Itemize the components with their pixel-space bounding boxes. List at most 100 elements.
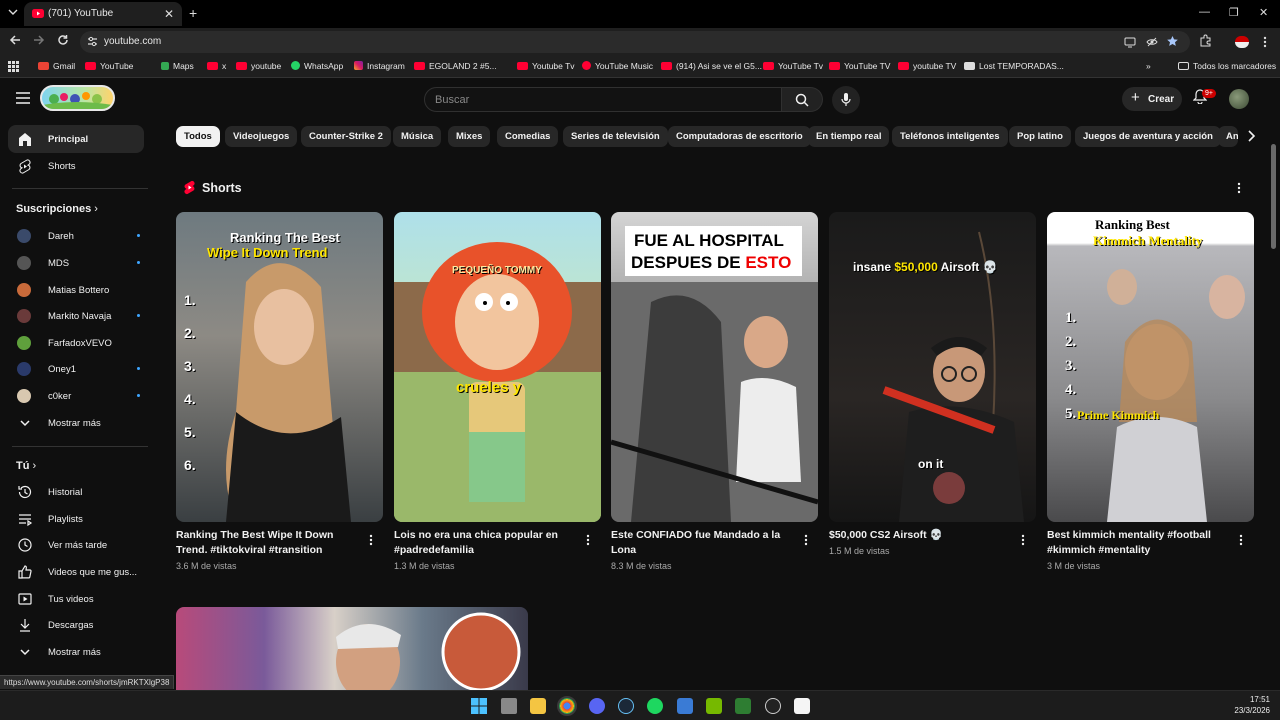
bookmark-youtube[interactable]: YouTube xyxy=(85,61,133,71)
sidebar-item-shorts[interactable]: Shorts xyxy=(8,152,144,180)
all-bookmarks-folder[interactable]: Todos los marcadores xyxy=(1178,61,1276,71)
apps-grid-icon[interactable] xyxy=(8,61,19,72)
tab-list-icon[interactable] xyxy=(8,8,18,16)
bookmark-instagram[interactable]: Instagram xyxy=(354,61,405,71)
maximize-icon[interactable]: ❐ xyxy=(1229,6,1239,19)
notepad-icon[interactable] xyxy=(677,698,693,714)
bookmark-youtube-tv-3[interactable]: YouTube TV xyxy=(829,61,890,71)
bookmark-whatsapp[interactable]: WhatsApp xyxy=(291,61,343,71)
forward-icon[interactable] xyxy=(33,34,45,46)
voice-search-button[interactable] xyxy=(832,86,860,114)
page-scrollbar-thumb[interactable] xyxy=(1271,144,1276,249)
chip-musica[interactable]: Música xyxy=(393,126,442,147)
bookmark-gmail[interactable]: Gmail xyxy=(38,61,75,71)
nvidia-icon[interactable] xyxy=(706,698,722,714)
short-5-more-icon[interactable] xyxy=(1239,534,1243,546)
spotify-icon[interactable] xyxy=(647,698,663,714)
reload-icon[interactable] xyxy=(57,34,69,46)
youtube-doodle-logo[interactable] xyxy=(40,85,115,111)
chip-videojuegos[interactable]: Videojuegos xyxy=(225,126,298,147)
windows-start-icon[interactable] xyxy=(471,698,487,714)
short-title-3[interactable]: Este CONFIADO fue Mandado a la Lona xyxy=(611,528,796,558)
bookmark-youtube-music[interactable]: YouTube Music xyxy=(582,61,653,71)
extensions-icon[interactable] xyxy=(1199,34,1212,47)
sidebar-item-your-videos[interactable]: Tus videos xyxy=(8,585,144,613)
bookmark-egoland[interactable]: EGOLAND 2 #5... xyxy=(414,61,497,71)
short-title-1[interactable]: Ranking The Best Wipe It Down Trend. #ti… xyxy=(176,528,361,558)
bookmark-youtube-2[interactable]: youtube xyxy=(236,61,281,71)
hamburger-menu-icon[interactable] xyxy=(16,92,30,104)
sidebar-sub-markito-navaja[interactable]: Markito Navaja xyxy=(8,302,144,330)
bookmark-maps[interactable]: Maps xyxy=(161,61,194,71)
short-card-1[interactable]: Ranking The Best Wipe It Down Trend 1. 2… xyxy=(176,212,383,522)
profile-icon[interactable] xyxy=(1235,36,1249,48)
bookmark-x[interactable]: x xyxy=(207,61,226,71)
steam-icon[interactable] xyxy=(618,698,634,714)
close-tab-icon[interactable]: ✕ xyxy=(164,7,174,21)
site-info-icon[interactable] xyxy=(87,36,98,47)
omnibox[interactable]: youtube.com xyxy=(80,31,1190,53)
short-4-more-icon[interactable] xyxy=(1021,534,1025,546)
search-button[interactable] xyxy=(782,87,823,112)
chip-telefonos-inteligentes[interactable]: Teléfonos inteligentes xyxy=(892,126,1008,147)
bookmark-lost[interactable]: Lost TEMPORADAS... xyxy=(964,61,1064,71)
app-icon[interactable] xyxy=(735,698,751,714)
task-view-icon[interactable] xyxy=(501,698,517,714)
sidebar-show-more[interactable]: Mostrar más xyxy=(8,409,144,437)
chip-pop-latino[interactable]: Pop latino xyxy=(1009,126,1071,147)
hide-eye-icon[interactable] xyxy=(1146,36,1158,48)
sidebar-item-playlists[interactable]: Playlists xyxy=(8,505,144,533)
more-bookmarks-icon[interactable]: » xyxy=(1146,61,1151,71)
short-1-more-icon[interactable] xyxy=(369,534,373,546)
chip-counter-strike-2[interactable]: Counter-Strike 2 xyxy=(301,126,391,147)
system-clock[interactable]: 17:51 23/3/2026 xyxy=(1234,694,1270,716)
chip-mixes[interactable]: Mixes xyxy=(448,126,491,147)
short-card-2[interactable]: PEQUEÑO TOMMY crueles y xyxy=(394,212,601,522)
short-2-more-icon[interactable] xyxy=(586,534,590,546)
sidebar-item-liked-videos[interactable]: Videos que me gus... xyxy=(8,558,144,586)
obs-icon[interactable] xyxy=(765,698,781,714)
short-card-4[interactable]: insane $50,000 Airsoft 💀 on it xyxy=(829,212,1036,522)
browser-menu-icon[interactable] xyxy=(1263,36,1267,48)
chip-series-de-television[interactable]: Series de televisión xyxy=(563,126,668,147)
minimize-icon[interactable]: — xyxy=(1199,6,1210,18)
short-card-3[interactable]: FUE AL HOSPITAL DESPUES DE ESTO xyxy=(611,212,818,522)
chip-animacion[interactable]: Ani xyxy=(1218,126,1238,147)
store-icon[interactable] xyxy=(794,698,810,714)
short-title-5[interactable]: Best kimmich mentality #football #kimmic… xyxy=(1047,528,1232,558)
file-explorer-icon[interactable] xyxy=(530,698,546,714)
sidebar-sub-farfadoxvevo[interactable]: FarfadoxVEVO xyxy=(8,329,144,357)
short-title-2[interactable]: Lois no era una chica popular en #padred… xyxy=(394,528,579,558)
chip-computadoras-de-escritorio[interactable]: Computadoras de escritorio xyxy=(668,126,811,147)
chip-todos[interactable]: Todos xyxy=(176,126,220,147)
bookmark-star-icon[interactable] xyxy=(1166,35,1179,48)
short-card-5[interactable]: Ranking Best Kimmich Mentality 1. 2. 3. … xyxy=(1047,212,1254,522)
sidebar-sub-dareh[interactable]: Dareh xyxy=(8,222,144,250)
close-window-icon[interactable]: ✕ xyxy=(1259,6,1268,19)
chips-next-arrow-icon[interactable] xyxy=(1243,128,1259,144)
sidebar-item-principal[interactable]: Principal xyxy=(8,125,144,153)
create-button[interactable]: + Crear xyxy=(1122,87,1182,111)
chip-en-tiempo-real[interactable]: En tiempo real xyxy=(808,126,890,147)
back-icon[interactable] xyxy=(9,34,21,46)
search-input[interactable] xyxy=(435,92,765,108)
chip-juegos-de-aventura[interactable]: Juegos de aventura y acción xyxy=(1075,126,1221,147)
bookmark-g5[interactable]: (914) Asi se ve el G5... xyxy=(661,61,762,71)
new-tab-icon[interactable]: + xyxy=(189,5,197,21)
sidebar-show-more-2[interactable]: Mostrar más xyxy=(8,638,144,666)
short-3-more-icon[interactable] xyxy=(804,534,808,546)
install-icon[interactable] xyxy=(1124,36,1136,48)
sidebar-sub-mds[interactable]: MDS xyxy=(8,249,144,277)
sidebar-sub-c0ker[interactable]: c0ker xyxy=(8,382,144,410)
account-avatar[interactable] xyxy=(1229,89,1249,109)
sidebar-item-downloads[interactable]: Descargas xyxy=(8,611,144,639)
bookmark-youtube-tv-2[interactable]: YouTube Tv xyxy=(763,61,823,71)
shorts-more-options-icon[interactable] xyxy=(1237,182,1241,194)
video-thumbnail-row2[interactable] xyxy=(176,607,528,690)
bookmark-youtube-tv-4[interactable]: youtube TV xyxy=(898,61,956,71)
discord-icon[interactable] xyxy=(589,698,605,714)
you-heading[interactable]: Tú › xyxy=(16,460,36,472)
sidebar-item-historial[interactable]: Historial xyxy=(8,478,144,506)
chrome-icon[interactable] xyxy=(557,696,577,716)
bookmark-youtube-tv[interactable]: Youtube Tv xyxy=(517,61,575,71)
